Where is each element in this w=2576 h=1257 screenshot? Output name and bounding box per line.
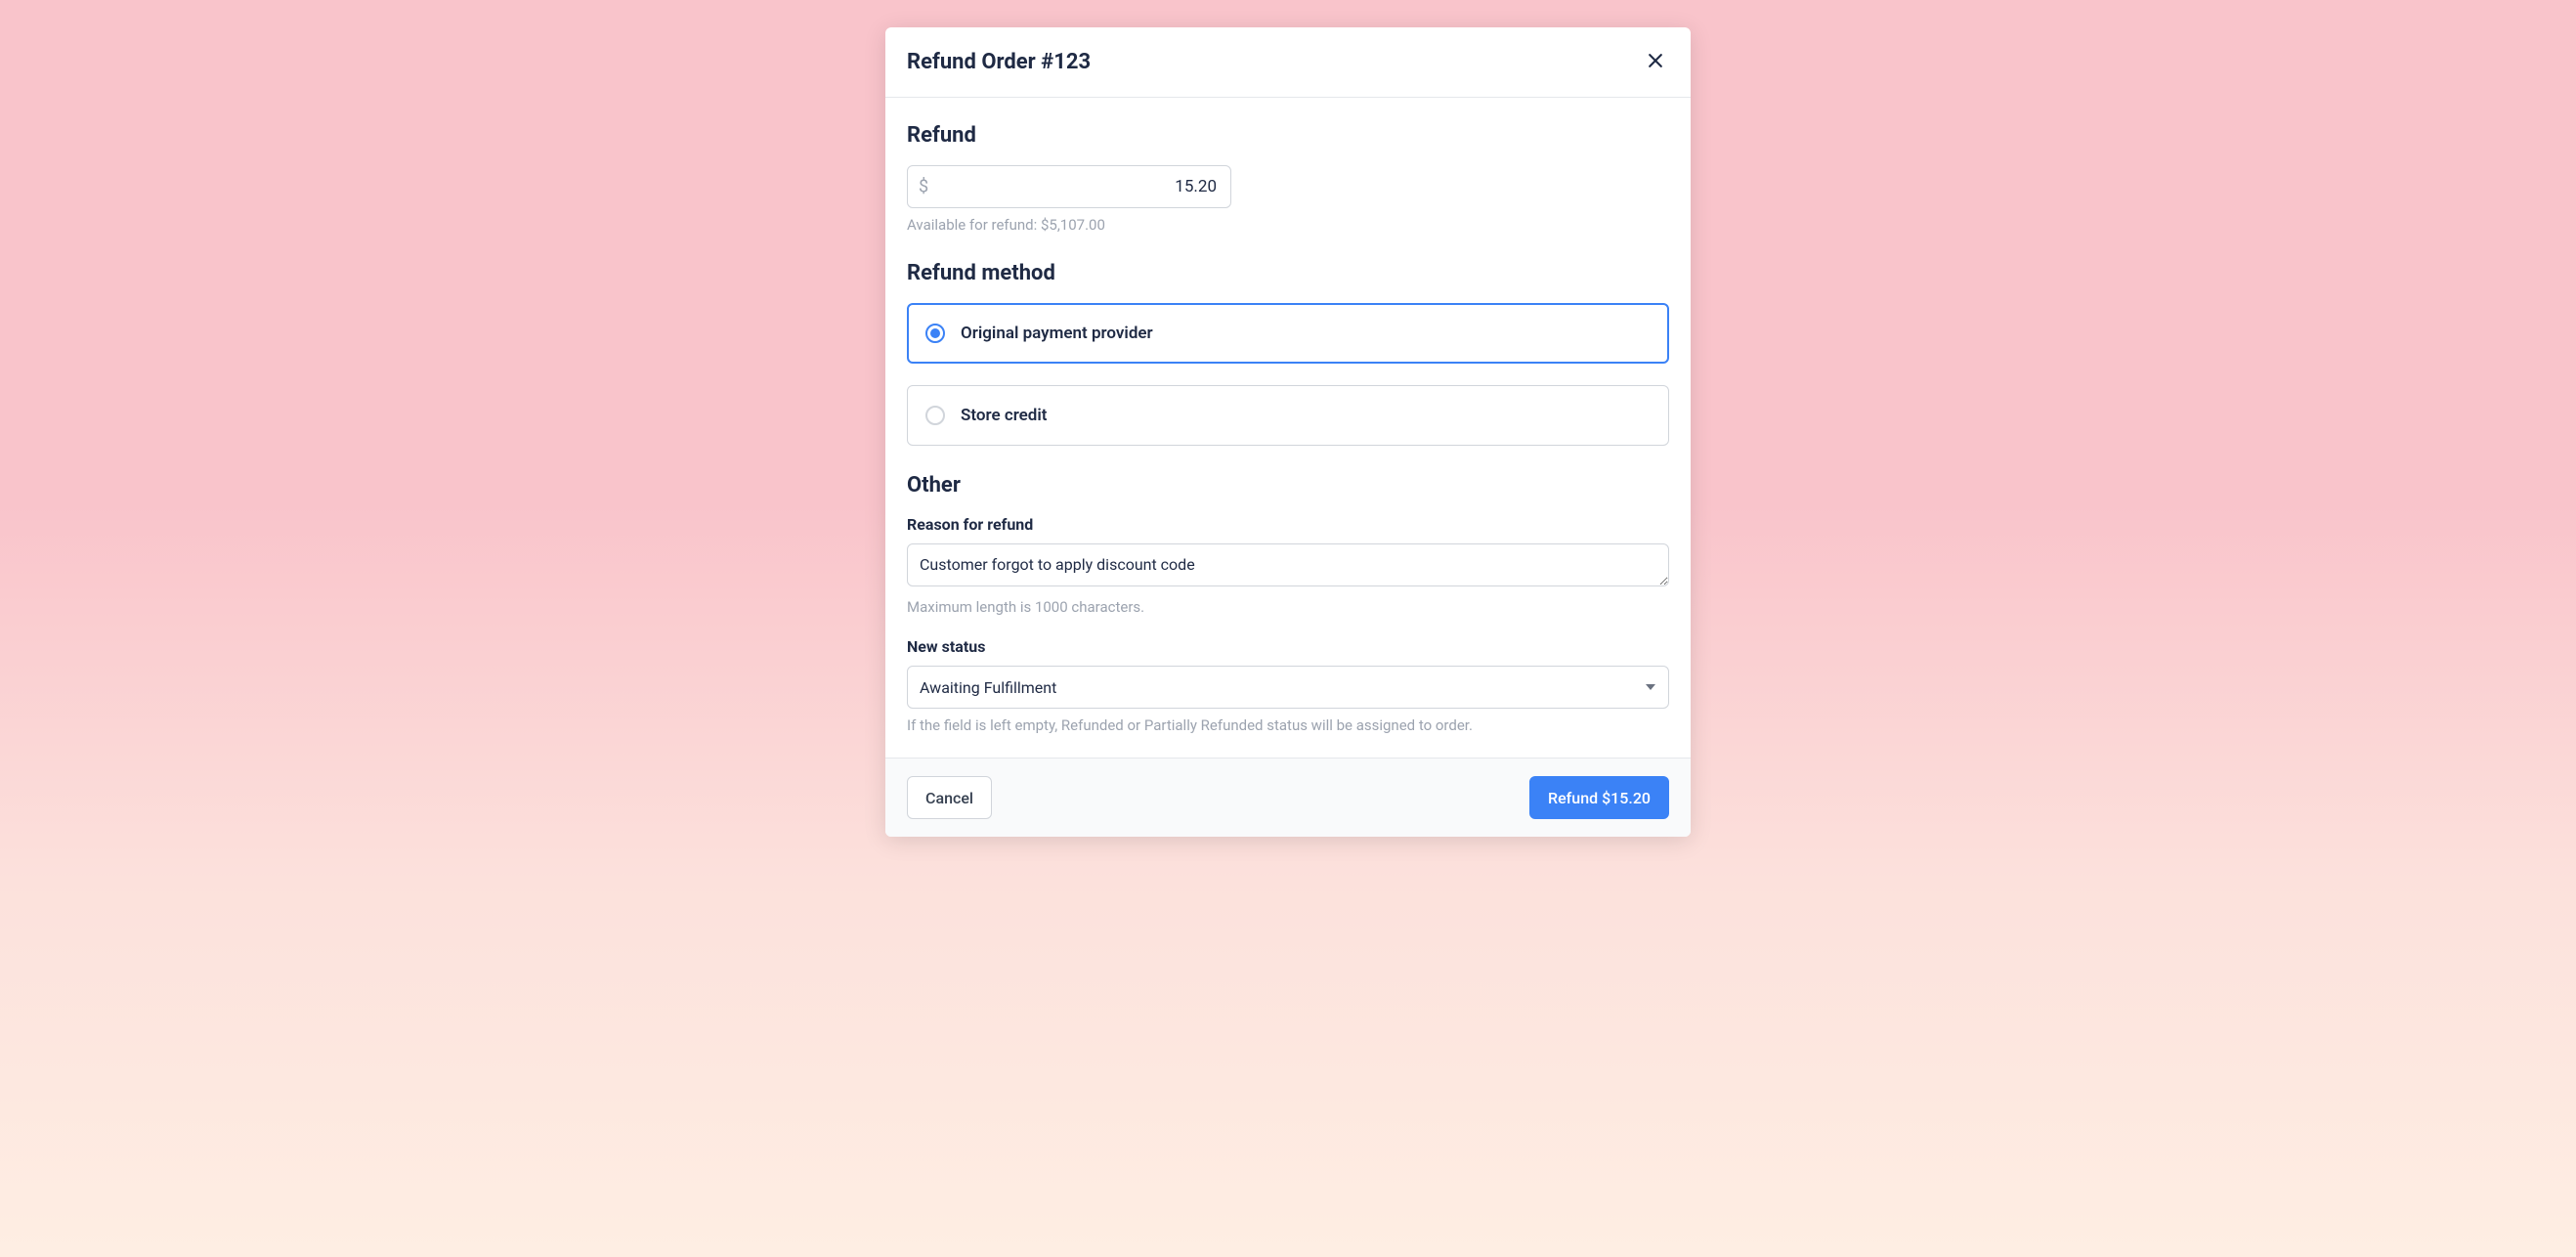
refund-modal: Refund Order #123 Refund $ Available for… — [885, 27, 1691, 837]
close-button[interactable] — [1642, 47, 1669, 77]
refund-method-store-credit[interactable]: Store credit — [907, 385, 1669, 446]
refund-method-original-label: Original payment provider — [961, 324, 1153, 343]
close-icon — [1646, 51, 1665, 73]
section-title-method: Refund method — [907, 261, 1669, 285]
modal-header: Refund Order #123 — [885, 27, 1691, 98]
reason-label: Reason for refund — [907, 515, 1669, 534]
modal-footer: Cancel Refund $15.20 — [885, 758, 1691, 837]
amount-input-wrap: $ — [907, 165, 1231, 208]
reason-helper: Maximum length is 1000 characters. — [907, 598, 1669, 616]
cancel-button[interactable]: Cancel — [907, 776, 992, 819]
status-select[interactable]: Awaiting Fulfillment — [907, 666, 1669, 709]
reason-field-group: Reason for refund Customer forgot to app… — [907, 515, 1669, 616]
refund-method-original[interactable]: Original payment provider — [907, 303, 1669, 364]
refund-submit-button[interactable]: Refund $15.20 — [1529, 776, 1669, 819]
amount-row: $ — [907, 165, 1669, 208]
modal-title: Refund Order #123 — [907, 50, 1091, 74]
refund-method-store-credit-label: Store credit — [961, 406, 1048, 425]
radio-icon — [925, 406, 945, 425]
status-select-wrap: Awaiting Fulfillment — [907, 666, 1669, 709]
status-label: New status — [907, 637, 1669, 656]
reason-textarea[interactable]: Customer forgot to apply discount code — [907, 543, 1669, 586]
section-title-refund: Refund — [907, 123, 1669, 148]
status-field-group: New status Awaiting Fulfillment If the f… — [907, 637, 1669, 734]
radio-dot-icon — [930, 328, 940, 338]
radio-icon — [925, 324, 945, 343]
status-helper: If the field is left empty, Refunded or … — [907, 716, 1669, 734]
modal-body: Refund $ Available for refund: $5,107.00… — [885, 98, 1691, 758]
available-refund-text: Available for refund: $5,107.00 — [907, 216, 1669, 234]
refund-amount-input[interactable] — [907, 165, 1231, 208]
section-title-other: Other — [907, 473, 1669, 498]
dollar-icon: $ — [919, 177, 928, 197]
